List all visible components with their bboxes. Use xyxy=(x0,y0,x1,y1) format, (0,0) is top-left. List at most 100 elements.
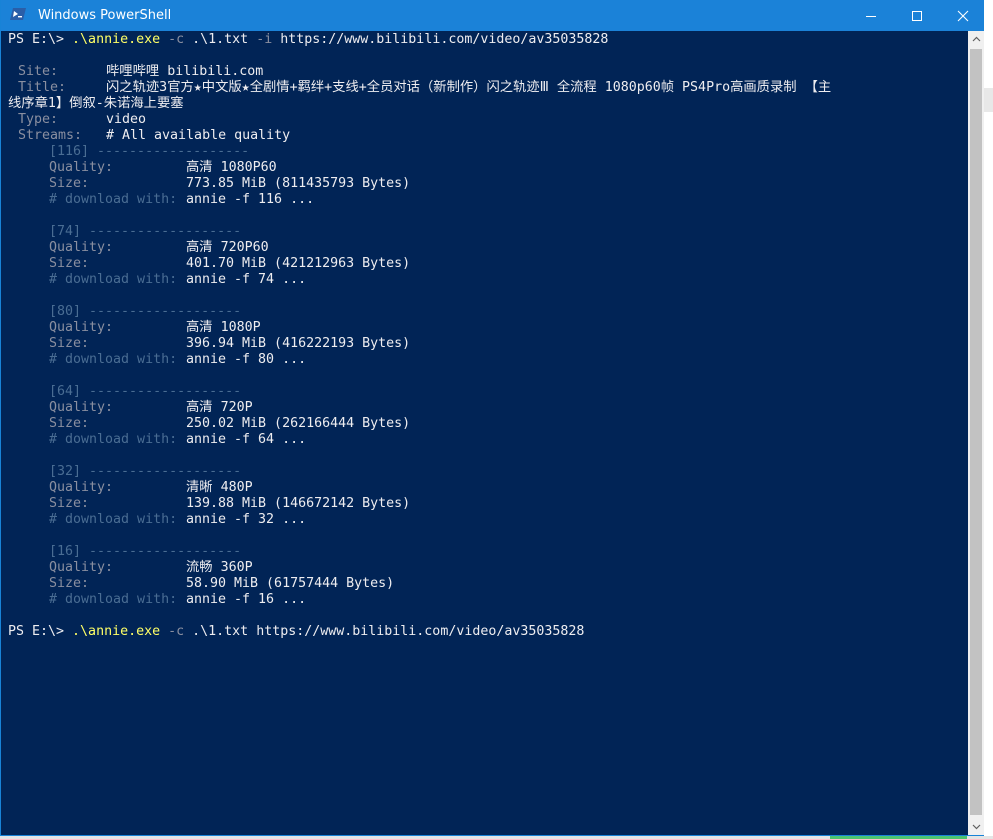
vertical-scrollbar[interactable] xyxy=(968,31,984,835)
download-label: # download with: xyxy=(49,512,178,527)
minimize-button[interactable] xyxy=(848,0,894,31)
stream-id: [16] ------------------- xyxy=(49,544,242,559)
command-exe: .\annie.exe xyxy=(72,32,161,47)
quality-label: Quality: xyxy=(49,160,114,175)
prompt: PS E:\> xyxy=(8,32,73,47)
scroll-down-arrow-icon xyxy=(972,824,980,830)
download-label: # download with: xyxy=(49,192,178,207)
scroll-down-button[interactable] xyxy=(968,819,984,835)
scrollbar-thumb[interactable] xyxy=(970,49,982,815)
download-label: # download with: xyxy=(49,352,178,367)
download-command: annie -f 80 ... xyxy=(186,352,307,367)
download-command: annie -f 64 ... xyxy=(186,432,307,447)
stream-quality-row: Quality: 清晰 480P xyxy=(8,480,968,496)
size-value: 401.70 MiB (421212963 Bytes) xyxy=(186,256,411,271)
stream-download-row: # download with: annie -f 74 ... xyxy=(8,272,968,288)
stream-id: [32] ------------------- xyxy=(49,464,242,479)
title-label: Title: xyxy=(18,80,67,95)
stream-quality-row: Quality: 高清 1080P xyxy=(8,320,968,336)
site-value: 哔哩哔哩 bilibili.com xyxy=(106,64,264,79)
stream-quality-row: Quality: 流畅 360P xyxy=(8,560,968,576)
quality-value: 高清 720P xyxy=(186,400,253,415)
powershell-icon xyxy=(10,8,26,20)
background-window xyxy=(984,0,993,839)
command-url: https://www.bilibili.com/video/av3503582… xyxy=(280,32,609,47)
command-exe: .\annie.exe xyxy=(72,624,161,639)
console-output[interactable]: PS E:\> .\annie.exe -c .\1.txt -i https:… xyxy=(2,31,968,835)
size-value: 139.88 MiB (146672142 Bytes) xyxy=(186,496,411,511)
stream-id: [64] ------------------- xyxy=(49,384,242,399)
stream-download-row: # download with: annie -f 64 ... xyxy=(8,432,968,448)
size-label: Size: xyxy=(49,416,90,431)
quality-label: Quality: xyxy=(49,400,114,415)
size-label: Size: xyxy=(49,256,90,271)
command-flag: -i xyxy=(248,32,281,47)
download-label: # download with: xyxy=(49,432,178,447)
size-label: Size: xyxy=(49,576,90,591)
stream-id: [80] ------------------- xyxy=(49,304,242,319)
stream-size-row: Size: 139.88 MiB (146672142 Bytes) xyxy=(8,496,968,512)
maximize-button[interactable] xyxy=(894,0,940,31)
prompt: PS E:\> xyxy=(8,624,73,639)
quality-label: Quality: xyxy=(49,480,114,495)
type-label: Type: xyxy=(18,112,59,127)
stream-quality-row: Quality: 高清 720P60 xyxy=(8,240,968,256)
info-type-row: Type: video xyxy=(8,112,968,128)
info-site-row: Site: 哔哩哔哩 bilibili.com xyxy=(8,64,968,80)
download-command: annie -f 16 ... xyxy=(186,592,307,607)
scroll-up-button[interactable] xyxy=(968,31,984,47)
size-label: Size: xyxy=(49,496,90,511)
command-flag: -c xyxy=(160,624,193,639)
stream-size-row: Size: 396.94 MiB (416222193 Bytes) xyxy=(8,336,968,352)
quality-value: 高清 720P60 xyxy=(186,240,269,255)
size-value: 250.02 MiB (262166444 Bytes) xyxy=(186,416,411,431)
title-value: 闪之轨迹3官方★中文版★全剧情+羁绊+支线+全员对话（新制作）闪之轨迹Ⅲ 全流程… xyxy=(106,80,832,95)
stream-download-row: # download with: annie -f 16 ... xyxy=(8,592,968,608)
size-value: 773.85 MiB (811435793 Bytes) xyxy=(186,176,411,191)
info-title-row: Title: 闪之轨迹3官方★中文版★全剧情+羁绊+支线+全员对话（新制作）闪之轨… xyxy=(8,80,968,96)
quality-value: 高清 1080P xyxy=(186,320,261,335)
info-title-row-continued: 线序章1】倒叙-朱诺海上要塞 xyxy=(8,96,184,112)
size-label: Size: xyxy=(49,176,90,191)
quality-value: 流畅 360P xyxy=(186,560,253,575)
download-command: annie -f 74 ... xyxy=(186,272,307,287)
size-value: 58.90 MiB (61757444 Bytes) xyxy=(186,576,395,591)
scroll-up-arrow-icon xyxy=(972,36,980,42)
info-streams-row: Streams: # All available quality xyxy=(8,128,968,144)
command-arg: .\1.txt xyxy=(192,32,249,47)
window-title: Windows PowerShell xyxy=(38,8,172,23)
stream-download-row: # download with: annie -f 116 ... xyxy=(8,192,968,208)
stream-size-row: Size: 250.02 MiB (262166444 Bytes) xyxy=(8,416,968,432)
stream-download-row: # download with: annie -f 80 ... xyxy=(8,352,968,368)
command-flag: -c xyxy=(160,32,193,47)
command-line: PS E:\> .\annie.exe -c .\1.txt -i https:… xyxy=(8,32,608,48)
command-url: https://www.bilibili.com/video/av3503582… xyxy=(248,624,585,639)
maximize-icon xyxy=(912,10,922,21)
quality-value: 高清 1080P60 xyxy=(186,160,277,175)
download-command: annie -f 116 ... xyxy=(186,192,315,207)
type-value: video xyxy=(106,112,147,127)
download-label: # download with: xyxy=(49,272,178,287)
title-bar[interactable]: Windows PowerShell xyxy=(1,0,983,31)
streams-label: Streams: xyxy=(18,128,83,143)
stream-size-row: Size: 401.70 MiB (421212963 Bytes) xyxy=(8,256,968,272)
stream-quality-row: Quality: 高清 1080P60 xyxy=(8,160,968,176)
quality-value: 清晰 480P xyxy=(186,480,253,495)
quality-label: Quality: xyxy=(49,560,114,575)
command-arg: .\1.txt xyxy=(192,624,249,639)
stream-quality-row: Quality: 高清 720P xyxy=(8,400,968,416)
quality-label: Quality: xyxy=(49,320,114,335)
download-command: annie -f 32 ... xyxy=(186,512,307,527)
stream-id: [116] ------------------- xyxy=(49,144,250,159)
close-button[interactable] xyxy=(940,0,986,31)
title-value-continued: 线序章1】倒叙-朱诺海上要塞 xyxy=(8,96,184,111)
download-label: # download with: xyxy=(49,592,178,607)
command-line: PS E:\> .\annie.exe -c .\1.txt https://w… xyxy=(8,624,584,640)
stream-size-row: Size: 58.90 MiB (61757444 Bytes) xyxy=(8,576,968,592)
streams-value: # All available quality xyxy=(106,128,291,143)
minimize-icon xyxy=(866,15,876,17)
stream-download-row: # download with: annie -f 32 ... xyxy=(8,512,968,528)
size-value: 396.94 MiB (416222193 Bytes) xyxy=(186,336,411,351)
background-window-strip xyxy=(984,88,993,112)
powershell-window: Windows PowerShell PS E:\> .\annie.exe -… xyxy=(0,0,984,836)
